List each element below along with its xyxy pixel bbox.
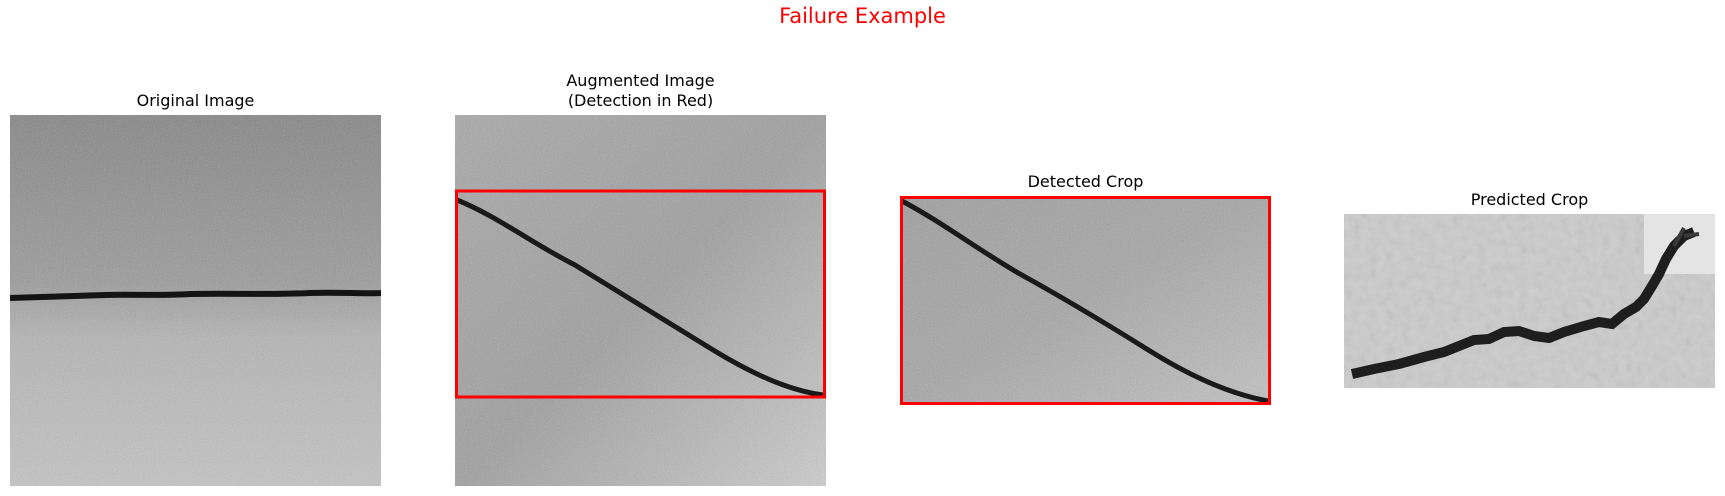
panel-title-augmented: Augmented Image (Detection in Red) [566, 71, 715, 110]
panel-title-predicted: Predicted Crop [1470, 190, 1589, 209]
augmented-image [455, 115, 826, 486]
original-image [10, 115, 381, 486]
figure-title: Failure Example [779, 4, 946, 28]
panel-title-detected: Detected Crop [1027, 172, 1144, 191]
panel-title-original: Original Image [136, 91, 255, 110]
detected-crop-image [900, 196, 1271, 405]
predicted-crop-image [1344, 214, 1715, 388]
